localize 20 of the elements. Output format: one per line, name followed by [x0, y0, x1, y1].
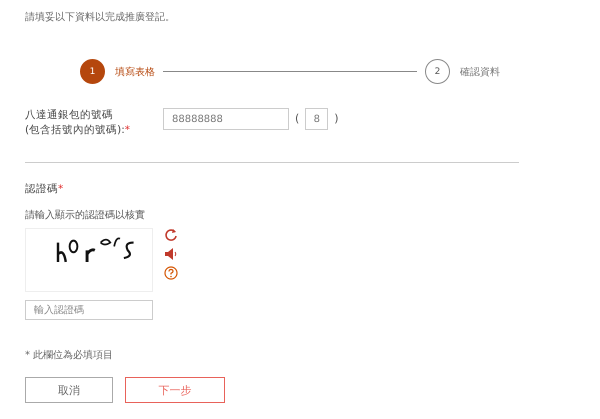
step-number: 2: [425, 59, 450, 84]
field-label: 八達通銀包的號碼: [25, 108, 114, 123]
captcha-input[interactable]: 輸入認證碼: [25, 300, 153, 320]
card-number-field[interactable]: 88888888: [163, 108, 289, 130]
check-digit-field[interactable]: 8: [305, 108, 328, 130]
next-button[interactable]: 下一步: [125, 377, 225, 403]
speaker-icon[interactable]: [164, 247, 178, 261]
close-paren: ): [334, 111, 339, 127]
captcha-title: 認證碼*: [25, 182, 64, 196]
required-note: * 此欄位為必填項目: [25, 348, 114, 362]
intro-text: 請填妥以下資料以完成推廣登記。: [25, 10, 176, 24]
step-label: 確認資料: [460, 66, 500, 78]
captcha-hint: 請輸入顯示的認證碼以核實: [25, 208, 146, 222]
field-label: (包含括號內的號碼):*: [25, 123, 131, 138]
step-number: 1: [80, 59, 105, 84]
step-label: 填寫表格: [115, 66, 155, 78]
cancel-button[interactable]: 取消: [25, 377, 113, 403]
help-icon[interactable]: [164, 266, 178, 280]
open-paren: (: [295, 111, 300, 127]
refresh-icon[interactable]: [164, 228, 178, 242]
